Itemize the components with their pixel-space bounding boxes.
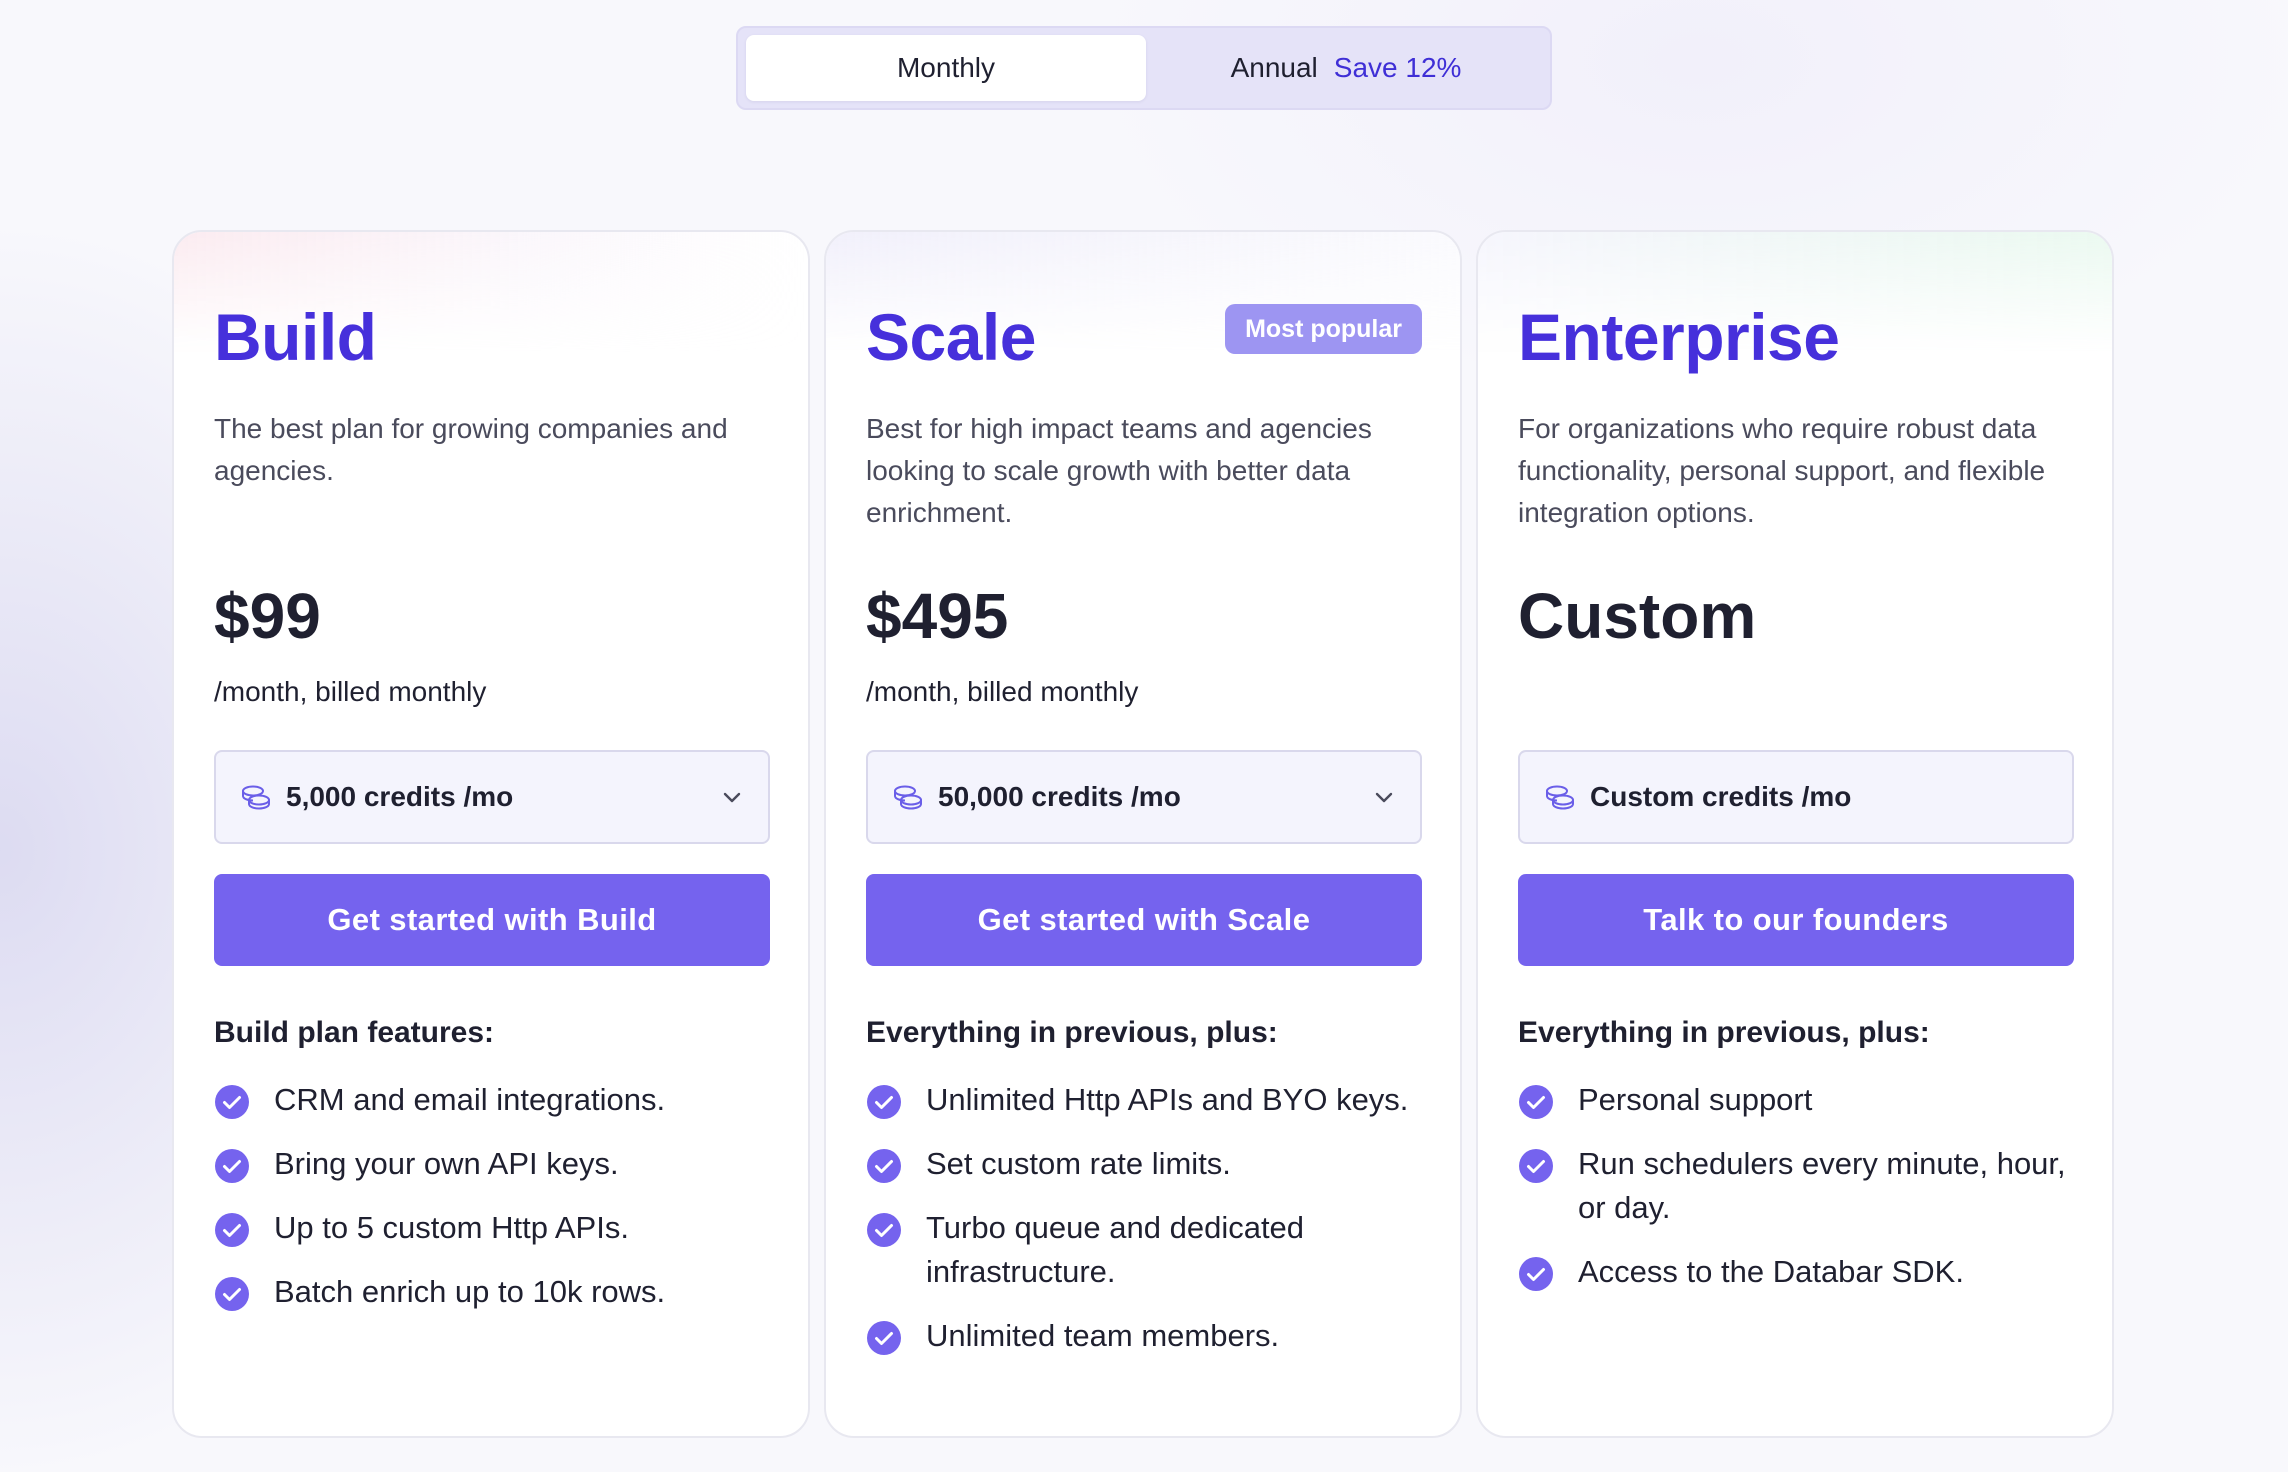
features-title: Build plan features: — [214, 1016, 495, 1049]
feature-list: Personal support Run schedulers every mi… — [1518, 1078, 2088, 1314]
check-circle-icon — [214, 1276, 250, 1312]
toggle-annual-label: Annual — [1230, 52, 1318, 83]
feature-item: Unlimited team members. — [866, 1314, 1436, 1358]
feature-item: Unlimited Http APIs and BYO keys. — [866, 1078, 1436, 1122]
price-note: /month, billed monthly — [214, 676, 487, 707]
check-circle-icon — [866, 1084, 902, 1120]
features-title: Everything in previous, plus: — [866, 1016, 1278, 1049]
check-circle-icon — [866, 1148, 902, 1184]
save-label: Save 12% — [1333, 52, 1462, 83]
plan-price: $99 — [214, 580, 321, 652]
credits-select[interactable]: 50,000 credits /mo — [866, 750, 1422, 844]
chevron-down-icon — [1372, 785, 1396, 809]
check-circle-icon — [214, 1148, 250, 1184]
feature-item: Personal support — [1518, 1078, 2088, 1122]
plan-name: Scale — [866, 300, 1036, 374]
check-circle-icon — [866, 1320, 902, 1356]
feature-text: CRM and email integrations. — [274, 1082, 666, 1117]
plan-price: $495 — [866, 580, 1009, 652]
feature-item: Access to the Databar SDK. — [1518, 1250, 2088, 1294]
check-circle-icon — [1518, 1084, 1554, 1120]
credits-label: 50,000 credits /mo — [938, 781, 1181, 812]
feature-list: Unlimited Http APIs and BYO keys. Set cu… — [866, 1078, 1436, 1378]
toggle-monthly[interactable]: Monthly — [746, 35, 1146, 101]
plan-name: Build — [214, 300, 377, 374]
feature-text: Personal support — [1578, 1082, 1813, 1117]
toggle-annual[interactable]: Annual Save 12% — [1146, 35, 1546, 101]
feature-item: CRM and email integrations. — [214, 1078, 784, 1122]
talk-to-founders-button[interactable]: Talk to our founders — [1518, 874, 2074, 966]
feature-item: Turbo queue and dedicated infrastructure… — [866, 1206, 1436, 1294]
feature-item: Bring your own API keys. — [214, 1142, 784, 1186]
plan-description: Best for high impact teams and agencies … — [866, 413, 1372, 528]
feature-text: Run schedulers every minute, hour, or da… — [1578, 1146, 2066, 1225]
coins-icon — [892, 784, 924, 810]
credits-label: Custom credits /mo — [1590, 781, 1852, 812]
get-started-scale-button[interactable]: Get started with Scale — [866, 874, 1422, 966]
feature-item: Up to 5 custom Http APIs. — [214, 1206, 784, 1250]
plan-name: Enterprise — [1518, 300, 1840, 374]
feature-text: Access to the Databar SDK. — [1578, 1254, 1964, 1289]
price-note: /month, billed monthly — [866, 676, 1139, 707]
feature-text: Bring your own API keys. — [274, 1146, 619, 1181]
feature-text: Unlimited team members. — [926, 1318, 1280, 1353]
feature-text: Batch enrich up to 10k rows. — [274, 1274, 666, 1309]
billing-toggle: Monthly Annual Save 12% — [736, 26, 1552, 110]
coins-icon — [1544, 784, 1576, 810]
chevron-down-icon — [720, 785, 744, 809]
feature-text: Unlimited Http APIs and BYO keys. — [926, 1082, 1409, 1117]
check-circle-icon — [214, 1084, 250, 1120]
plan-price: Custom — [1518, 580, 1757, 652]
feature-item: Set custom rate limits. — [866, 1142, 1436, 1186]
toggle-monthly-label: Monthly — [896, 52, 996, 83]
credits-select[interactable]: 5,000 credits /mo — [214, 750, 770, 844]
feature-item: Run schedulers every minute, hour, or da… — [1518, 1142, 2088, 1230]
get-started-build-button[interactable]: Get started with Build — [214, 874, 770, 966]
coins-icon — [240, 784, 272, 810]
plan-card-scale: Scale Most popular Best for high impact … — [824, 230, 1462, 1438]
feature-item: Batch enrich up to 10k rows. — [214, 1270, 784, 1314]
features-title: Everything in previous, plus: — [1518, 1016, 1930, 1049]
check-circle-icon — [1518, 1256, 1554, 1292]
plan-description: The best plan for growing companies and … — [214, 413, 728, 486]
feature-text: Up to 5 custom Http APIs. — [274, 1210, 629, 1245]
feature-text: Turbo queue and dedicated infrastructure… — [926, 1210, 1305, 1289]
credits-box: Custom credits /mo — [1518, 750, 2074, 844]
feature-text: Set custom rate limits. — [926, 1146, 1231, 1181]
feature-list: CRM and email integrations. Bring your o… — [214, 1078, 784, 1334]
plan-card-build: Build The best plan for growing companie… — [172, 230, 810, 1438]
plan-card-enterprise: Enterprise For organizations who require… — [1476, 230, 2114, 1438]
check-circle-icon — [214, 1212, 250, 1248]
check-circle-icon — [866, 1212, 902, 1248]
credits-label: 5,000 credits /mo — [286, 781, 514, 812]
check-circle-icon — [1518, 1148, 1554, 1184]
most-popular-badge: Most popular — [1225, 304, 1422, 354]
plan-description: For organizations who require robust dat… — [1518, 413, 2046, 528]
